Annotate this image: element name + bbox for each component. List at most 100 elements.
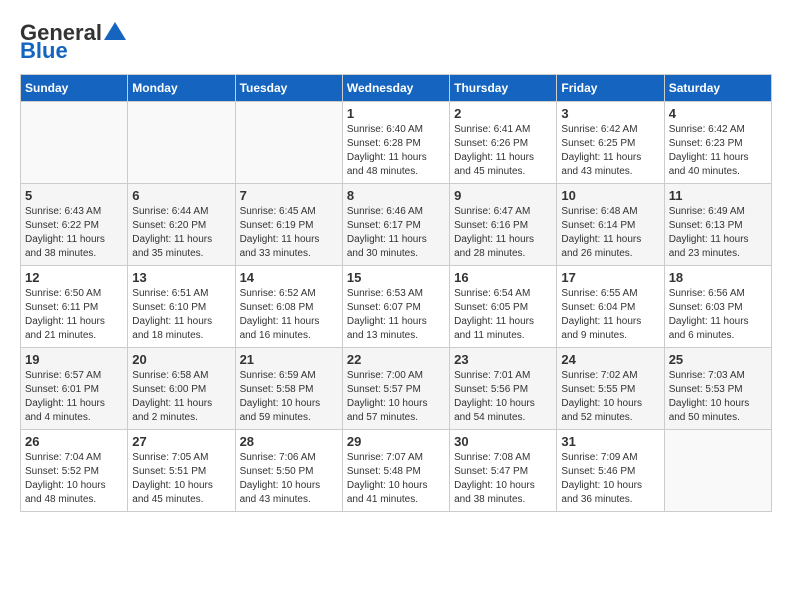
weekday-header-friday: Friday [557,75,664,102]
day-number: 25 [669,352,767,367]
day-info: Sunrise: 6:56 AMSunset: 6:03 PMDaylight:… [669,287,767,343]
weekday-header-tuesday: Tuesday [235,75,342,102]
day-info: Sunrise: 7:04 AMSunset: 5:52 PMDaylight:… [25,451,123,507]
calendar-week-2: 5 Sunrise: 6:43 AMSunset: 6:22 PMDaylight… [21,184,772,266]
calendar-cell: 10 Sunrise: 6:48 AMSunset: 6:14 PMDayligh… [557,184,664,266]
day-info: Sunrise: 6:43 AMSunset: 6:22 PMDaylight:… [25,205,123,261]
day-number: 26 [25,434,123,449]
day-number: 12 [25,270,123,285]
day-number: 13 [132,270,230,285]
calendar-cell: 9 Sunrise: 6:47 AMSunset: 6:16 PMDaylight… [450,184,557,266]
day-info: Sunrise: 6:48 AMSunset: 6:14 PMDaylight:… [561,205,659,261]
calendar-cell: 17 Sunrise: 6:55 AMSunset: 6:04 PMDayligh… [557,266,664,348]
day-number: 14 [240,270,338,285]
calendar-week-5: 26 Sunrise: 7:04 AMSunset: 5:52 PMDayligh… [21,430,772,512]
day-number: 28 [240,434,338,449]
day-number: 10 [561,188,659,203]
day-number: 22 [347,352,445,367]
day-info: Sunrise: 6:59 AMSunset: 5:58 PMDaylight:… [240,369,338,425]
calendar-cell: 1 Sunrise: 6:40 AMSunset: 6:28 PMDaylight… [342,102,449,184]
weekday-header-monday: Monday [128,75,235,102]
calendar-week-4: 19Sunrise: 6:57 AMSunset: 6:01 PMDayligh… [21,348,772,430]
calendar-cell: 19Sunrise: 6:57 AMSunset: 6:01 PMDayligh… [21,348,128,430]
day-number: 23 [454,352,552,367]
calendar-table: SundayMondayTuesdayWednesdayThursdayFrid… [20,74,772,512]
calendar-cell: 23 Sunrise: 7:01 AMSunset: 5:56 PMDayligh… [450,348,557,430]
day-number: 7 [240,188,338,203]
day-info: Sunrise: 7:08 AMSunset: 5:47 PMDaylight:… [454,451,552,507]
day-number: 31 [561,434,659,449]
weekday-header-saturday: Saturday [664,75,771,102]
logo-icon [104,22,126,40]
calendar-cell: 24Sunrise: 7:02 AMSunset: 5:55 PMDayligh… [557,348,664,430]
calendar-cell: 11Sunrise: 6:49 AMSunset: 6:13 PMDayligh… [664,184,771,266]
calendar-cell: 6Sunrise: 6:44 AMSunset: 6:20 PMDaylight… [128,184,235,266]
day-number: 3 [561,106,659,121]
day-number: 27 [132,434,230,449]
calendar-cell: 4 Sunrise: 6:42 AMSunset: 6:23 PMDaylight… [664,102,771,184]
day-number: 17 [561,270,659,285]
logo-blue: Blue [20,38,68,64]
day-info: Sunrise: 6:51 AMSunset: 6:10 PMDaylight:… [132,287,230,343]
day-number: 16 [454,270,552,285]
calendar-cell: 14 Sunrise: 6:52 AMSunset: 6:08 PMDayligh… [235,266,342,348]
day-number: 18 [669,270,767,285]
day-info: Sunrise: 6:42 AMSunset: 6:23 PMDaylight:… [669,123,767,179]
calendar-cell: 28 Sunrise: 7:06 AMSunset: 5:50 PMDayligh… [235,430,342,512]
calendar-cell: 13 Sunrise: 6:51 AMSunset: 6:10 PMDayligh… [128,266,235,348]
day-info: Sunrise: 7:00 AMSunset: 5:57 PMDaylight:… [347,369,445,425]
calendar-cell [664,430,771,512]
calendar-cell: 8 Sunrise: 6:46 AMSunset: 6:17 PMDaylight… [342,184,449,266]
day-info: Sunrise: 6:40 AMSunset: 6:28 PMDaylight:… [347,123,445,179]
day-number: 19 [25,352,123,367]
calendar-cell: 20 Sunrise: 6:58 AMSunset: 6:00 PMDayligh… [128,348,235,430]
calendar-cell: 26 Sunrise: 7:04 AMSunset: 5:52 PMDayligh… [21,430,128,512]
calendar-cell: 5 Sunrise: 6:43 AMSunset: 6:22 PMDaylight… [21,184,128,266]
day-info: Sunrise: 7:07 AMSunset: 5:48 PMDaylight:… [347,451,445,507]
calendar-cell: 29 Sunrise: 7:07 AMSunset: 5:48 PMDayligh… [342,430,449,512]
calendar-cell: 2Sunrise: 6:41 AMSunset: 6:26 PMDaylight… [450,102,557,184]
day-info: Sunrise: 6:58 AMSunset: 6:00 PMDaylight:… [132,369,230,425]
calendar-week-3: 12 Sunrise: 6:50 AMSunset: 6:11 PMDayligh… [21,266,772,348]
calendar-cell: 21 Sunrise: 6:59 AMSunset: 5:58 PMDayligh… [235,348,342,430]
calendar-cell: 12 Sunrise: 6:50 AMSunset: 6:11 PMDayligh… [21,266,128,348]
day-info: Sunrise: 6:55 AMSunset: 6:04 PMDaylight:… [561,287,659,343]
calendar-week-1: 1 Sunrise: 6:40 AMSunset: 6:28 PMDaylight… [21,102,772,184]
day-info: Sunrise: 6:50 AMSunset: 6:11 PMDaylight:… [25,287,123,343]
weekday-header-sunday: Sunday [21,75,128,102]
calendar-cell [235,102,342,184]
day-info: Sunrise: 6:42 AMSunset: 6:25 PMDaylight:… [561,123,659,179]
day-number: 1 [347,106,445,121]
day-number: 20 [132,352,230,367]
day-info: Sunrise: 7:05 AMSunset: 5:51 PMDaylight:… [132,451,230,507]
day-number: 21 [240,352,338,367]
day-info: Sunrise: 6:47 AMSunset: 6:16 PMDaylight:… [454,205,552,261]
day-number: 29 [347,434,445,449]
calendar-cell [21,102,128,184]
day-info: Sunrise: 6:53 AMSunset: 6:07 PMDaylight:… [347,287,445,343]
day-number: 9 [454,188,552,203]
day-number: 15 [347,270,445,285]
day-info: Sunrise: 7:09 AMSunset: 5:46 PMDaylight:… [561,451,659,507]
day-info: Sunrise: 6:44 AMSunset: 6:20 PMDaylight:… [132,205,230,261]
calendar-cell [128,102,235,184]
day-info: Sunrise: 7:06 AMSunset: 5:50 PMDaylight:… [240,451,338,507]
calendar-cell: 7 Sunrise: 6:45 AMSunset: 6:19 PMDaylight… [235,184,342,266]
day-number: 8 [347,188,445,203]
weekday-header-wednesday: Wednesday [342,75,449,102]
day-info: Sunrise: 6:54 AMSunset: 6:05 PMDaylight:… [454,287,552,343]
calendar-cell: 31 Sunrise: 7:09 AMSunset: 5:46 PMDayligh… [557,430,664,512]
day-info: Sunrise: 6:46 AMSunset: 6:17 PMDaylight:… [347,205,445,261]
day-info: Sunrise: 6:52 AMSunset: 6:08 PMDaylight:… [240,287,338,343]
day-number: 11 [669,188,767,203]
day-info: Sunrise: 6:41 AMSunset: 6:26 PMDaylight:… [454,123,552,179]
day-info: Sunrise: 7:03 AMSunset: 5:53 PMDaylight:… [669,369,767,425]
day-info: Sunrise: 6:45 AMSunset: 6:19 PMDaylight:… [240,205,338,261]
weekday-header-thursday: Thursday [450,75,557,102]
calendar-cell: 15 Sunrise: 6:53 AMSunset: 6:07 PMDayligh… [342,266,449,348]
day-number: 4 [669,106,767,121]
day-number: 5 [25,188,123,203]
day-info: Sunrise: 7:01 AMSunset: 5:56 PMDaylight:… [454,369,552,425]
logo: General Blue [20,20,126,64]
page-header: General Blue [20,20,772,64]
